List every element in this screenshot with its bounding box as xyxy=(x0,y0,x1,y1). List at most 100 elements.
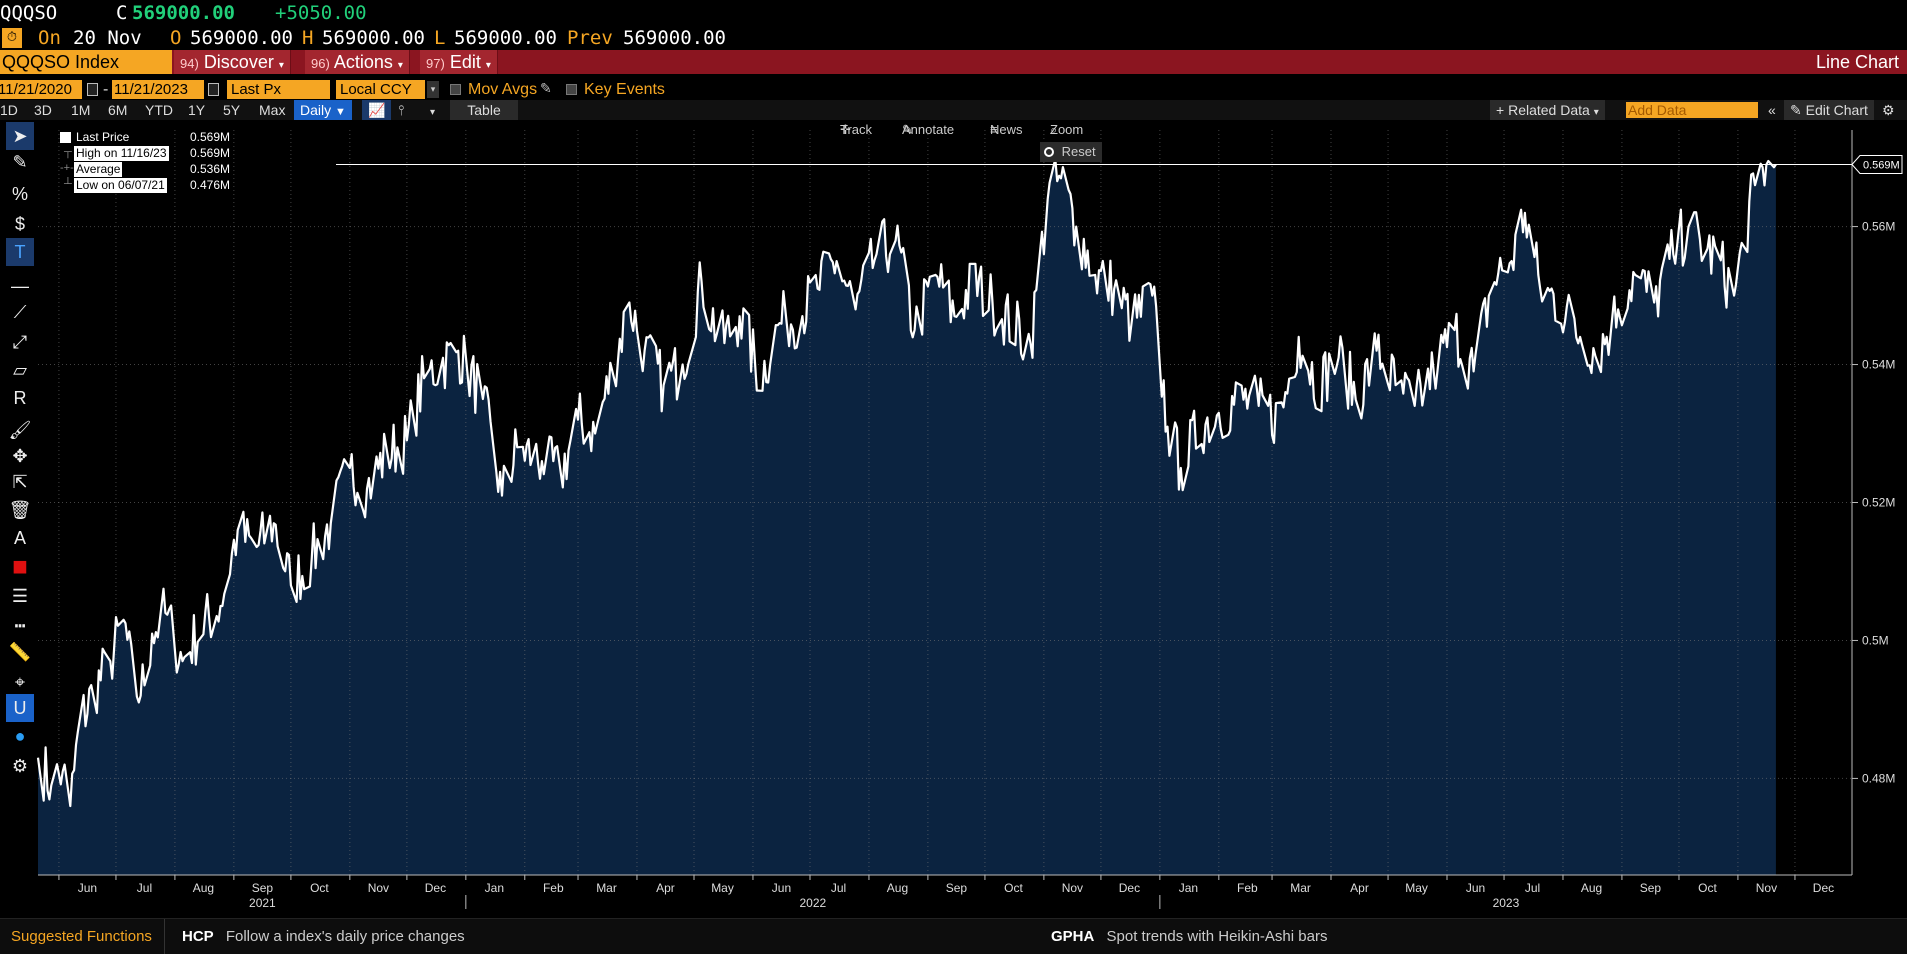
close-label: C xyxy=(116,2,128,24)
palette-icon[interactable]: ● xyxy=(6,722,34,750)
period-6m[interactable]: 6M xyxy=(108,100,127,120)
pointer-plus-icon[interactable]: ⇱ xyxy=(6,468,34,496)
key-events-label[interactable]: Key Events xyxy=(584,81,665,99)
edit-menu[interactable]: 97) Edit ▾ xyxy=(420,50,498,74)
legend-value: 0.569M xyxy=(189,130,230,144)
text-icon[interactable]: T xyxy=(6,238,34,266)
period-1m[interactable]: 1M xyxy=(71,100,90,120)
start-date-field[interactable]: 11/21/2020 xyxy=(0,80,82,99)
x-tick-label: Sep xyxy=(946,881,968,895)
x-tick-label: May xyxy=(1405,881,1428,895)
chevron-down-icon: ▾ xyxy=(430,107,436,118)
actions-menu[interactable]: 96) Actions ▾ xyxy=(305,50,410,74)
key-events-checkbox[interactable] xyxy=(566,84,577,95)
divider xyxy=(164,919,165,954)
ray-icon[interactable]: ⤢ xyxy=(6,328,34,356)
chevron-down-icon[interactable]: ▾ xyxy=(427,81,439,98)
period-5y[interactable]: 5Y xyxy=(223,100,240,120)
y-tick-label: 0.5M xyxy=(1862,633,1889,647)
end-date-field[interactable]: 11/21/2023 xyxy=(112,80,204,99)
settings-button[interactable]: ⚙ xyxy=(1876,100,1901,120)
edit-chart-button[interactable]: ✎ Edit Chart xyxy=(1784,100,1874,120)
chart-type-button[interactable]: 📈 xyxy=(362,100,392,120)
legend-last-price[interactable]: Last Price 0.569M xyxy=(44,130,230,145)
prev-label: Prev xyxy=(567,27,613,49)
period-1y[interactable]: 1Y xyxy=(188,100,205,120)
x-tick-label: Aug xyxy=(887,881,908,895)
pen-icon[interactable]: ✎ xyxy=(6,148,34,176)
gear-icon[interactable]: ⚙ xyxy=(6,752,34,780)
legend-value: 0.476M xyxy=(189,178,230,192)
period-ytd[interactable]: YTD xyxy=(145,100,173,120)
channel-icon[interactable]: ▱ xyxy=(6,356,34,384)
change-value: +5050.00 xyxy=(275,2,367,24)
edit-chart-label: Edit Chart xyxy=(1805,102,1868,118)
legend-label: Last Price xyxy=(74,130,132,145)
security-field[interactable]: QQQSO Index xyxy=(0,50,172,74)
font-icon[interactable]: A xyxy=(6,524,34,552)
x-tick-label: Aug xyxy=(1581,881,1602,895)
news-label: News xyxy=(990,122,1023,137)
ruler-icon[interactable]: 📏 xyxy=(6,638,34,666)
date-separator: - xyxy=(103,81,109,98)
period-1d[interactable]: 1D xyxy=(0,100,18,120)
mov-avgs-checkbox[interactable] xyxy=(450,84,461,95)
annotate-label: Annotate xyxy=(902,122,955,137)
brush-icon[interactable]: 🖌 xyxy=(6,416,34,444)
low-value: 569000.00 xyxy=(454,27,557,49)
legend-label: Low on 06/07/21 xyxy=(74,178,167,193)
x-tick-label: Oct xyxy=(310,881,329,895)
collapse-button[interactable]: « xyxy=(1762,100,1782,120)
price-chart[interactable]: 0.48M 0.5M 0.52M 0.54M 0.56M 0.569M Jun Jul Aug S… xyxy=(0,120,1907,918)
chart-type-dropdown[interactable]: ▾ xyxy=(424,100,442,120)
frequency-dropdown[interactable]: Daily ▼ xyxy=(294,100,352,120)
ticker[interactable]: QQQSO xyxy=(0,2,57,24)
table-button[interactable]: Table xyxy=(450,100,518,120)
move-icon[interactable]: ✥ xyxy=(6,442,34,470)
magnet-icon[interactable]: U xyxy=(6,694,34,722)
y-tick-label: 0.48M xyxy=(1862,771,1895,785)
x-tick-label: Jan xyxy=(485,881,504,895)
bar-type-button[interactable]: ⫯ xyxy=(392,100,411,120)
discover-menu[interactable]: 94) Discover ▾ xyxy=(174,50,291,74)
related-data-dropdown[interactable]: + Related Data ▾ xyxy=(1490,100,1605,120)
low-label: L xyxy=(434,27,446,49)
hline-icon[interactable]: — xyxy=(6,272,34,300)
pointer-icon[interactable]: ➤ xyxy=(6,122,34,150)
trendline-icon[interactable]: ⟋ xyxy=(6,298,34,326)
color-swatch-icon[interactable]: ■ xyxy=(6,551,34,581)
percent-icon[interactable]: % xyxy=(6,180,34,208)
hcp-link[interactable]: HCP Follow a index's daily price changes xyxy=(182,928,465,945)
period-3d[interactable]: 3D xyxy=(34,100,52,120)
x-tick-label: Dec xyxy=(1119,881,1140,895)
currency-selector[interactable]: Local CCY xyxy=(336,80,425,99)
calendar-icon[interactable] xyxy=(208,83,219,96)
quote-details: ⏱ On 20 Nov O 569000.00 H 569000.00 L 56… xyxy=(0,26,1907,50)
edit-number: 97) xyxy=(426,56,445,71)
y-tick-label: 0.56M xyxy=(1862,220,1895,234)
regression-icon[interactable]: R xyxy=(6,384,34,412)
calendar-icon[interactable] xyxy=(87,83,98,96)
add-data-input[interactable]: Add Data xyxy=(1626,102,1758,118)
field-selector[interactable]: Last Px xyxy=(227,80,330,99)
hcp-desc: Follow a index's daily price changes xyxy=(225,928,465,945)
x-tick-label: Jan xyxy=(1179,881,1198,895)
window-title: Line Chart xyxy=(1815,52,1899,72)
gpha-link[interactable]: GPHA Spot trends with Heikin-Ashi bars xyxy=(1051,928,1327,945)
line-weight-icon[interactable]: ☰ xyxy=(6,582,34,610)
period-bar: 1D 3D 1M 6M YTD 1Y 5Y Max Daily ▼ 📈 ⫯ ▾ … xyxy=(0,100,1907,120)
trash-icon[interactable]: 🗑 xyxy=(6,496,34,524)
x-tick-label: Dec xyxy=(1813,881,1834,895)
dollar-icon[interactable]: $ xyxy=(6,210,34,238)
period-max[interactable]: Max xyxy=(259,100,285,120)
line-style-icon[interactable]: ┅ xyxy=(6,612,34,640)
legend-average: -+- Average 0.536M xyxy=(44,162,230,177)
mov-avgs-label[interactable]: Mov Avgs xyxy=(468,81,537,99)
reset-label: Reset xyxy=(1061,144,1096,159)
reset-button[interactable]: Reset xyxy=(1040,142,1102,162)
legend-checkbox[interactable] xyxy=(60,132,71,143)
crosshair-icon[interactable]: ⌖ xyxy=(6,668,34,696)
pencil-icon[interactable]: ✎ xyxy=(540,80,552,97)
x-tick-label: Jul xyxy=(1525,881,1540,895)
on-label: On xyxy=(38,27,61,49)
